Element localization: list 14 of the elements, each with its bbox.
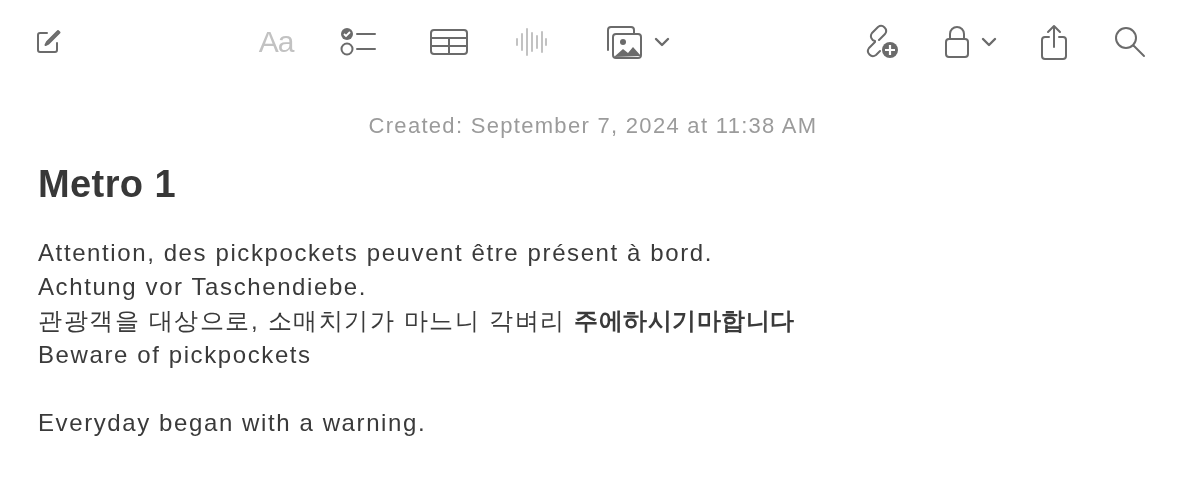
chevron-icon bbox=[654, 37, 670, 47]
note-text-line: Attention, des pickpockets peuvent être présent à bord. bbox=[38, 239, 714, 266]
waveform-icon bbox=[514, 25, 548, 59]
note-text-line: Everyday began with a warning. bbox=[38, 409, 427, 436]
note-text-line: Achtung vor Taschendiebe. bbox=[38, 273, 368, 300]
created-date: Created: September 7, 2024 at 11:38 AM bbox=[368, 112, 818, 140]
note-text-line: Beware of pickpockets bbox=[38, 341, 312, 368]
note-title: Metro 1 bbox=[38, 162, 176, 206]
table-icon bbox=[428, 26, 470, 58]
lock-icon bbox=[943, 24, 971, 60]
search-icon bbox=[1113, 25, 1147, 59]
chevron-icon bbox=[981, 37, 997, 47]
note-text-line: 관광객을 대상으로, 소매치기가 마느니 각벼리 주에하시기마합니다 bbox=[38, 307, 795, 334]
checklist-icon bbox=[339, 26, 379, 58]
